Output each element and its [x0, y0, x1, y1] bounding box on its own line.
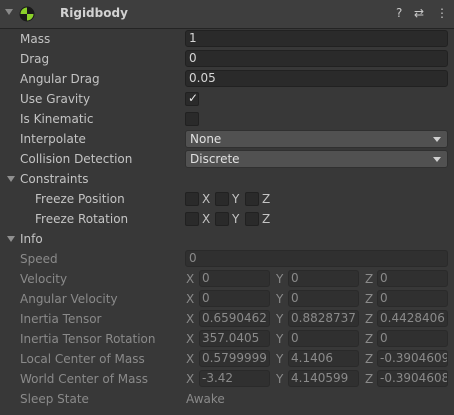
local-center-of-mass-z-letter: Z [365, 352, 374, 366]
freeze-position-z-checkbox[interactable] [245, 192, 259, 206]
chevron-down-icon [433, 157, 441, 162]
freeze-position-label: Freeze Position [35, 192, 125, 206]
local-center-of-mass-y-letter: Y [276, 352, 284, 366]
speed-field: 0 [185, 250, 448, 267]
mass-field[interactable]: 1 [185, 30, 448, 47]
drag-field[interactable]: 0 [185, 50, 448, 67]
is-kinematic-label: Is Kinematic [20, 112, 94, 126]
velocity-y-field: 0 [288, 270, 359, 287]
angular-drag-field[interactable]: 0.05 [185, 70, 448, 87]
local-center-of-mass-x-field: 0.5799999 [199, 350, 270, 367]
is-kinematic-checkbox[interactable] [185, 112, 199, 126]
inertia-tensor-y-letter: Y [276, 312, 284, 326]
freeze-position-x-checkbox[interactable] [185, 192, 199, 206]
presets-icon[interactable]: ⇄ [414, 6, 424, 20]
angular-velocity-z-letter: Z [365, 292, 374, 306]
constraints-foldout[interactable]: Constraints [20, 170, 88, 188]
inertia-tensor-rotation-x-field: 357.0405 [199, 330, 270, 347]
speed-label: Speed [20, 252, 58, 266]
inertia-tensor-rotation-y-field: 0 [288, 330, 359, 347]
world-center-of-mass-z-letter: Z [365, 372, 374, 386]
velocity-x-letter: X [186, 272, 195, 286]
inertia-tensor-rotation-z-letter: Z [365, 332, 374, 346]
velocity-y-letter: Y [276, 272, 284, 286]
inertia-tensor-rotation-y-letter: Y [276, 332, 284, 346]
mass-label: Mass [20, 32, 51, 46]
angular-velocity-x-letter: X [186, 292, 195, 306]
chevron-down-icon [433, 137, 441, 142]
freeze-position-y-checkbox[interactable] [215, 192, 229, 206]
freeze-rotation-z-checkbox[interactable] [245, 212, 259, 226]
velocity-x-field: 0 [199, 270, 270, 287]
freeze-rotation-y-checkbox[interactable] [215, 212, 229, 226]
collision-detection-value: Discrete [190, 152, 240, 166]
angular-velocity-y-letter: Y [276, 292, 284, 306]
inertia-tensor-x-field: 0.6590462 [199, 310, 270, 327]
freeze-rotation-z-label: Z [262, 212, 271, 226]
inertia-tensor-rotation-z-field: 0 [377, 330, 448, 347]
help-icon[interactable]: ? [396, 6, 402, 20]
local-center-of-mass-label: Local Center of Mass [20, 352, 145, 366]
inertia-tensor-x-letter: X [186, 312, 195, 326]
component-title: Rigidbody [60, 6, 128, 20]
constraints-foldout-icon[interactable] [7, 176, 15, 182]
local-center-of-mass-z-field: -0.3904609 [377, 350, 448, 367]
foldout-arrow-icon[interactable] [5, 9, 13, 15]
velocity-z-letter: Z [365, 272, 374, 286]
component-header[interactable]: Rigidbody ? ⇄ ⋮ [0, 0, 454, 29]
inertia-tensor-z-letter: Z [365, 312, 374, 326]
freeze-rotation-y-label: Y [232, 212, 240, 226]
world-center-of-mass-z-field: -0.3904608 [377, 370, 448, 387]
collision-detection-label: Collision Detection [20, 152, 133, 166]
use-gravity-checkbox[interactable]: ✓ [185, 91, 199, 106]
drag-label: Drag [20, 52, 50, 66]
angular-drag-label: Angular Drag [20, 72, 100, 86]
angular-velocity-label: Angular Velocity [20, 292, 118, 306]
inertia-tensor-y-field: 0.8828737 [288, 310, 359, 327]
freeze-position-y-label: Y [232, 192, 240, 206]
world-center-of-mass-label: World Center of Mass [20, 372, 148, 386]
velocity-z-field: 0 [377, 270, 448, 287]
interpolate-value: None [190, 132, 222, 146]
velocity-label: Velocity [20, 272, 68, 286]
interpolate-dropdown[interactable]: None [185, 130, 448, 148]
freeze-rotation-x-label: X [202, 212, 211, 226]
check-icon: ✓ [187, 91, 199, 105]
inertia-tensor-z-field: 0.4428406 [377, 310, 448, 327]
world-center-of-mass-x-field: -3.42 [199, 370, 270, 387]
freeze-rotation-label: Freeze Rotation [35, 212, 129, 226]
info-foldout[interactable]: Info [20, 230, 43, 248]
angular-velocity-z-field: 0 [377, 290, 448, 307]
world-center-of-mass-x-letter: X [186, 372, 195, 386]
freeze-rotation-x-checkbox[interactable] [185, 212, 199, 226]
collision-detection-dropdown[interactable]: Discrete [185, 150, 448, 168]
freeze-position-z-label: Z [262, 192, 271, 206]
inertia-tensor-rotation-label: Inertia Tensor Rotation [20, 332, 156, 346]
interpolate-label: Interpolate [20, 132, 86, 146]
sleep-state-value: Awake [186, 392, 225, 406]
freeze-position-x-label: X [202, 192, 211, 206]
context-menu-icon[interactable]: ⋮ [436, 6, 448, 20]
info-foldout-icon[interactable] [7, 236, 15, 242]
use-gravity-label: Use Gravity [20, 92, 91, 106]
local-center-of-mass-x-letter: X [186, 352, 195, 366]
sleep-state-label: Sleep State [20, 392, 89, 406]
world-center-of-mass-y-letter: Y [276, 372, 284, 386]
angular-velocity-y-field: 0 [288, 290, 359, 307]
world-center-of-mass-y-field: 4.140599 [288, 370, 359, 387]
angular-velocity-x-field: 0 [199, 290, 270, 307]
local-center-of-mass-y-field: 4.1406 [288, 350, 359, 367]
rigidbody-icon [19, 6, 35, 22]
inertia-tensor-label: Inertia Tensor [20, 312, 102, 326]
inertia-tensor-rotation-x-letter: X [186, 332, 195, 346]
